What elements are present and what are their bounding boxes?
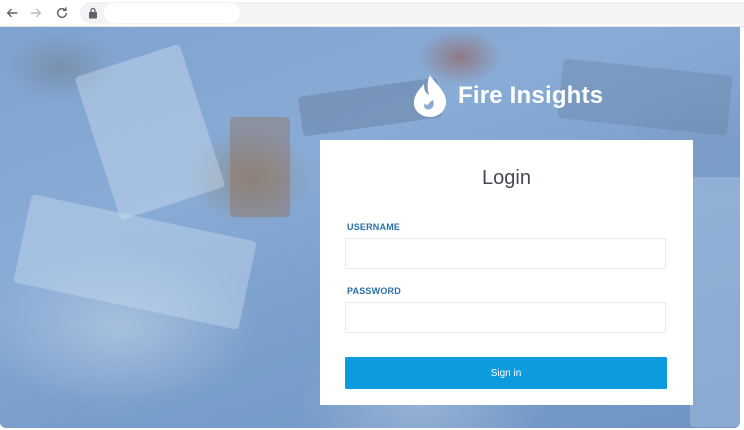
flame-icon: [413, 75, 447, 117]
brand-name: Fire Insights: [458, 82, 604, 109]
sign-in-button[interactable]: Sign in: [345, 357, 667, 389]
address-bar[interactable]: [80, 2, 744, 24]
background-photo-shape: [230, 117, 290, 217]
forward-arrow-icon[interactable]: [26, 3, 46, 23]
brand-logo: Fire Insights: [412, 74, 603, 118]
reload-icon[interactable]: [52, 3, 72, 23]
background-photo-shape: [690, 177, 740, 427]
browser-toolbar: [0, 0, 744, 27]
password-label: PASSWORD: [347, 286, 401, 296]
login-card: Login USERNAME PASSWORD Sign in: [320, 140, 693, 405]
username-label: USERNAME: [347, 222, 401, 232]
background-photo-shape: [74, 43, 226, 221]
login-page: Fire Insights Login USERNAME PASSWORD Si…: [0, 27, 740, 428]
redacted-url: [104, 3, 240, 23]
username-input[interactable]: [345, 238, 666, 269]
back-arrow-icon[interactable]: [2, 3, 22, 23]
password-input[interactable]: [345, 302, 666, 333]
lock-icon: [89, 7, 97, 19]
login-title: Login: [482, 167, 531, 189]
